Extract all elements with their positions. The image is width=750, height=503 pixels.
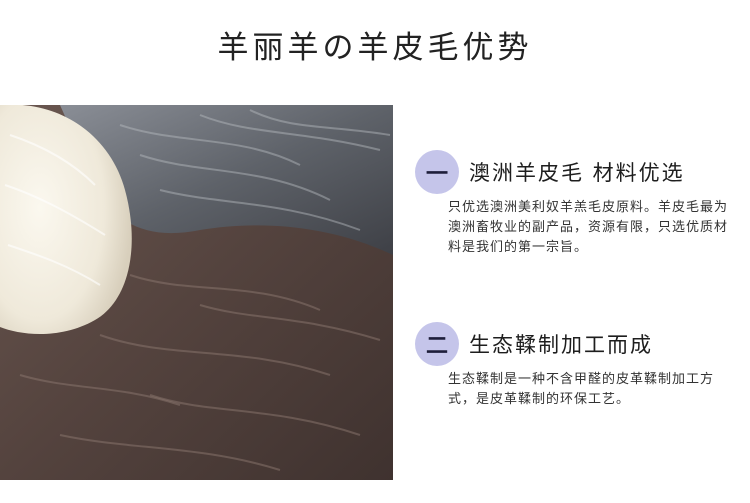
feature-heading: 生态鞣制加工而成 — [469, 333, 653, 357]
feature-heading-row: 一 澳洲羊皮毛 材料优选 — [415, 150, 735, 194]
feature-heading: 澳洲羊皮毛 材料优选 — [469, 161, 685, 185]
feature-heading-row: 二 生态鞣制加工而成 — [415, 322, 735, 366]
page-title: 羊丽羊の羊皮毛优势 — [217, 30, 533, 66]
feature-australian-sheepskin: 一 澳洲羊皮毛 材料优选 只优选澳洲美利奴羊羔毛皮原料。羊皮毛最为澳洲畜牧业的副… — [415, 150, 735, 258]
feature-number-badge: 一 — [415, 150, 459, 194]
sheepskin-photo — [0, 105, 393, 480]
feature-description: 只优选澳洲美利奴羊羔毛皮原料。羊皮毛最为澳洲畜牧业的副产品，资源有限，只选优质材… — [448, 200, 729, 255]
sheepskin-fur-illustration — [0, 105, 393, 480]
feature-description: 生态鞣制是一种不含甲醛的皮革鞣制加工方式，是皮革鞣制的环保工艺。 — [448, 372, 715, 407]
feature-eco-tanning: 二 生态鞣制加工而成 生态鞣制是一种不含甲醛的皮革鞣制加工方式，是皮革鞣制的环保… — [415, 322, 735, 410]
feature-number-badge: 二 — [415, 322, 459, 366]
